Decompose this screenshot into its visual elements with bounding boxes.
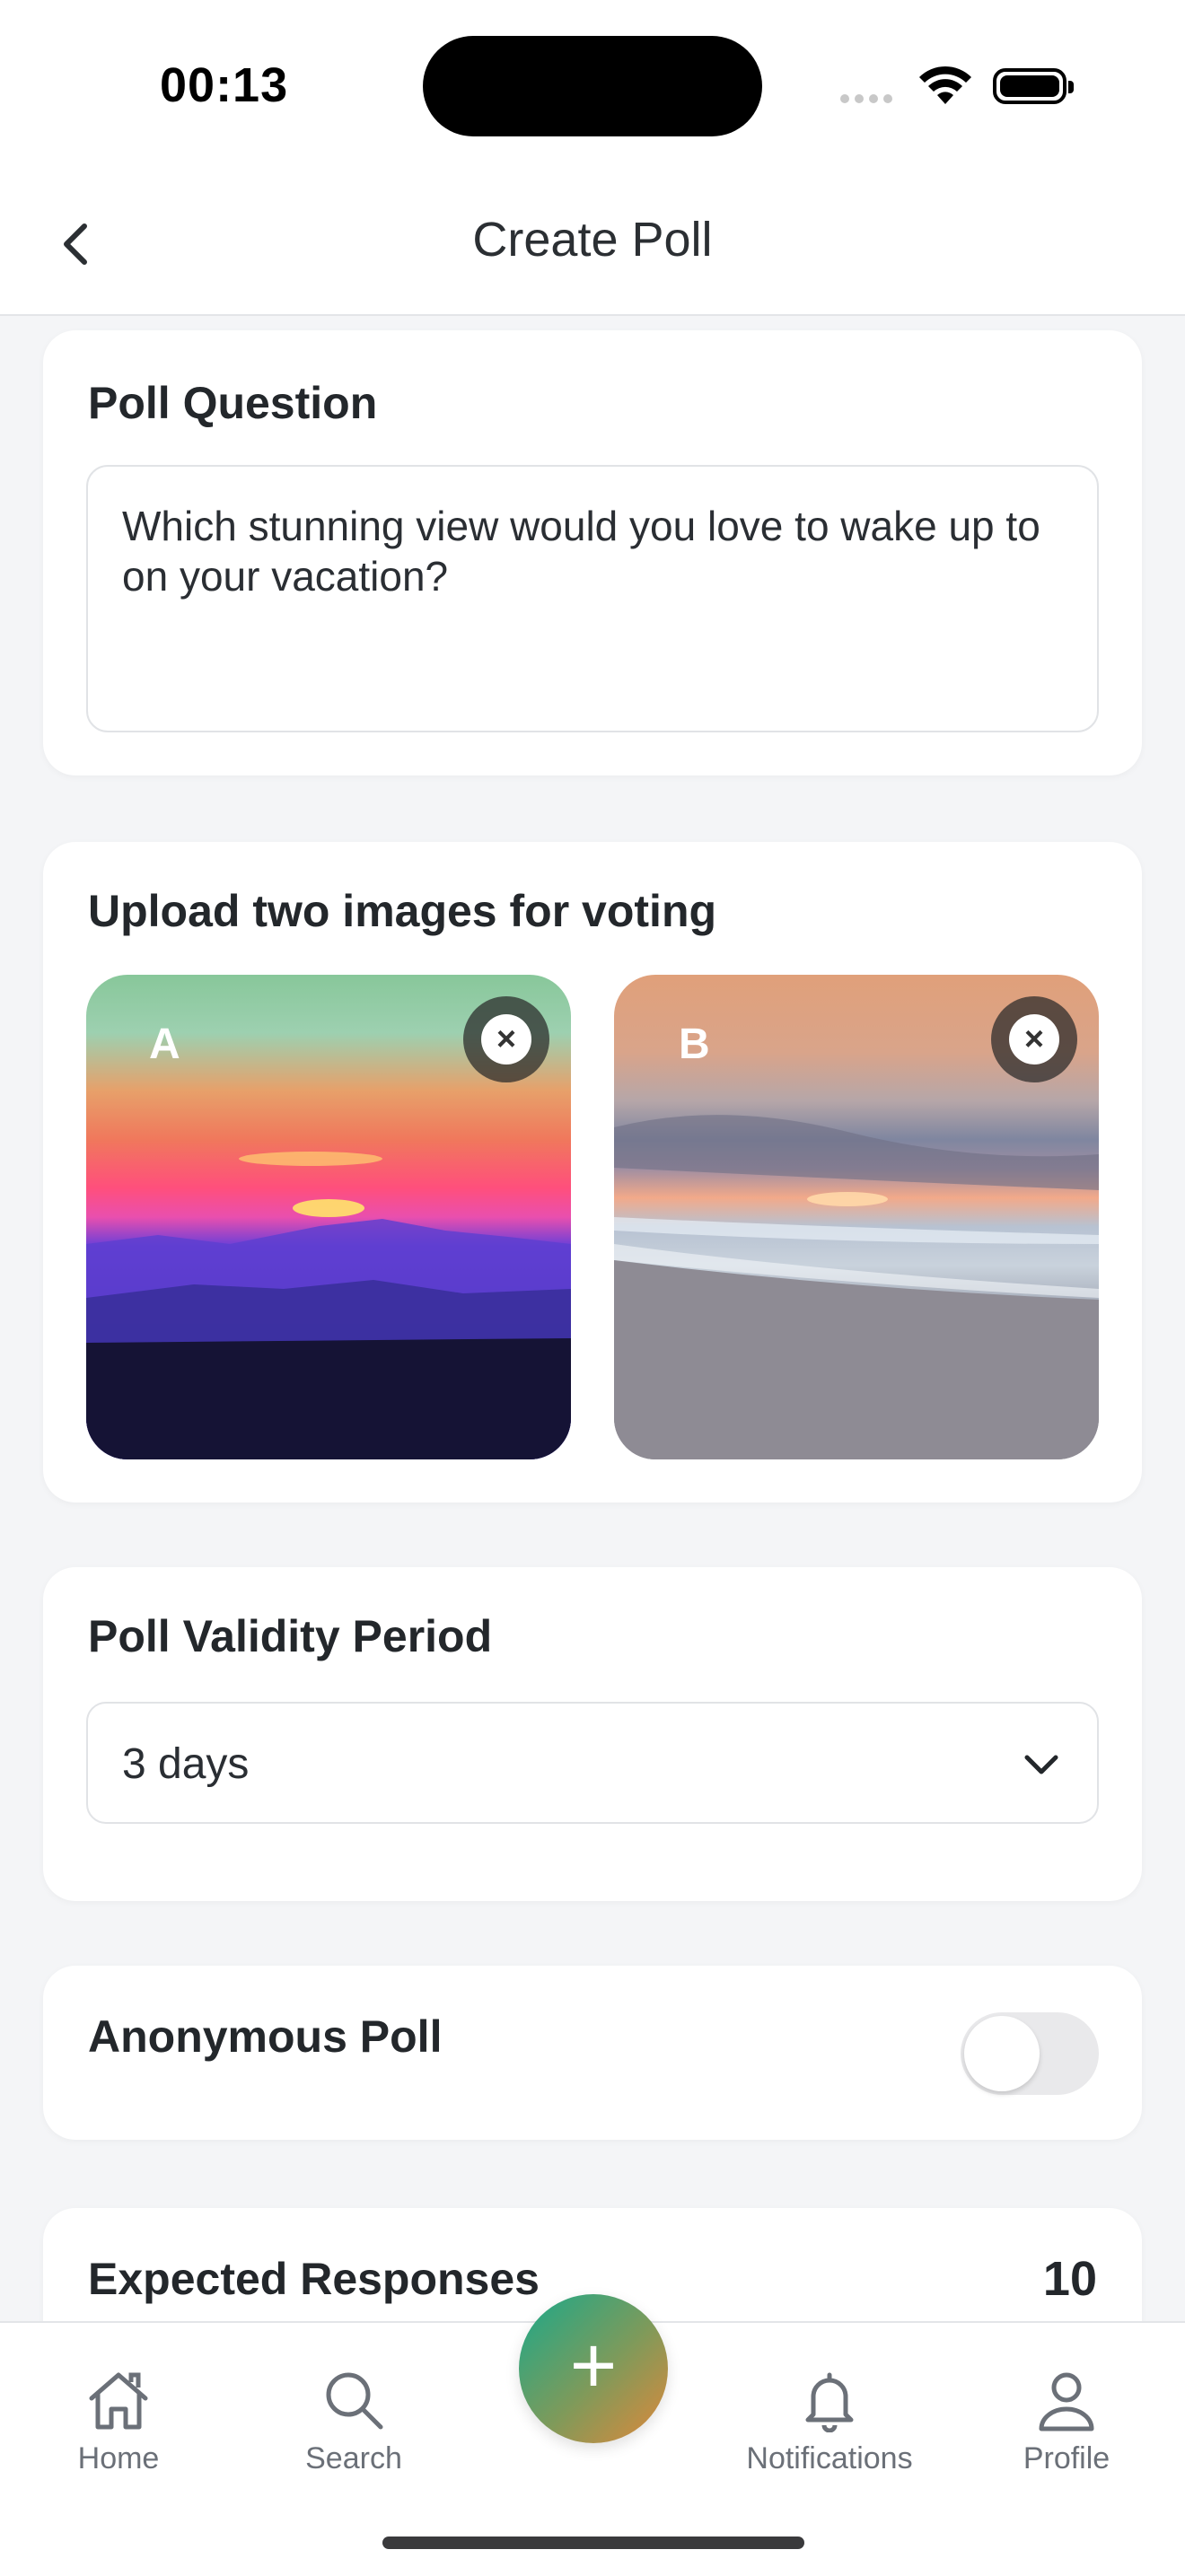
tab-search-label: Search — [305, 2441, 402, 2475]
person-icon — [1039, 2372, 1094, 2431]
page-title: Create Poll — [472, 213, 713, 267]
tab-home[interactable]: Home — [11, 2368, 226, 2476]
validity-period-label: Poll Validity Period — [88, 1611, 493, 1661]
upload-images-card: Upload two images for voting A × B × — [43, 842, 1142, 1503]
expected-responses-value: 10 — [1042, 2252, 1097, 2306]
cellular-signal-icon — [840, 92, 898, 108]
home-icon — [89, 2372, 148, 2430]
poll-question-card: Poll Question Which stunning view would … — [43, 330, 1142, 775]
anonymous-poll-toggle[interactable] — [961, 2012, 1099, 2095]
chevron-down-icon — [1024, 1755, 1058, 1774]
tab-search[interactable]: Search — [246, 2368, 461, 2476]
remove-image-a-button[interactable]: × — [463, 996, 549, 1082]
bell-icon — [805, 2372, 854, 2432]
expected-responses-label: Expected Responses — [88, 2254, 540, 2304]
toggle-knob — [964, 2016, 1040, 2091]
nav-header: Create Poll — [0, 171, 1185, 316]
tab-notifications[interactable]: Notifications — [722, 2368, 937, 2476]
status-time: 00:13 — [160, 58, 289, 112]
validity-period-select[interactable]: 3 days — [86, 1702, 1099, 1824]
poll-question-input[interactable]: Which stunning view would you love to wa… — [86, 465, 1099, 732]
tab-home-label: Home — [77, 2441, 160, 2475]
close-icon: × — [1009, 1014, 1059, 1065]
tab-profile-label: Profile — [1023, 2441, 1110, 2475]
wifi-icon — [919, 66, 971, 104]
image-letter-b: B — [679, 1021, 710, 1068]
search-icon — [326, 2372, 383, 2430]
anonymous-poll-label: Anonymous Poll — [88, 2011, 443, 2062]
image-letter-a: A — [149, 1021, 180, 1068]
home-indicator — [382, 2537, 804, 2549]
poll-question-label: Poll Question — [88, 378, 378, 428]
tab-notifications-label: Notifications — [746, 2441, 913, 2475]
status-bar: 00:13 — [0, 0, 1185, 171]
battery-icon — [993, 68, 1074, 104]
plus-icon: + — [569, 2321, 618, 2411]
anonymous-poll-card: Anonymous Poll — [43, 1966, 1142, 2140]
remove-image-b-button[interactable]: × — [991, 996, 1077, 1082]
close-icon: × — [481, 1014, 531, 1065]
upload-images-label: Upload two images for voting — [88, 886, 717, 936]
validity-period-card: Poll Validity Period 3 days — [43, 1567, 1142, 1901]
create-button[interactable]: + — [519, 2294, 668, 2443]
dynamic-island — [423, 36, 762, 136]
image-option-b[interactable]: B × — [614, 975, 1099, 1459]
image-option-a[interactable]: A × — [86, 975, 571, 1459]
tab-profile[interactable]: Profile — [959, 2368, 1174, 2476]
validity-period-value: 3 days — [122, 1740, 250, 1788]
